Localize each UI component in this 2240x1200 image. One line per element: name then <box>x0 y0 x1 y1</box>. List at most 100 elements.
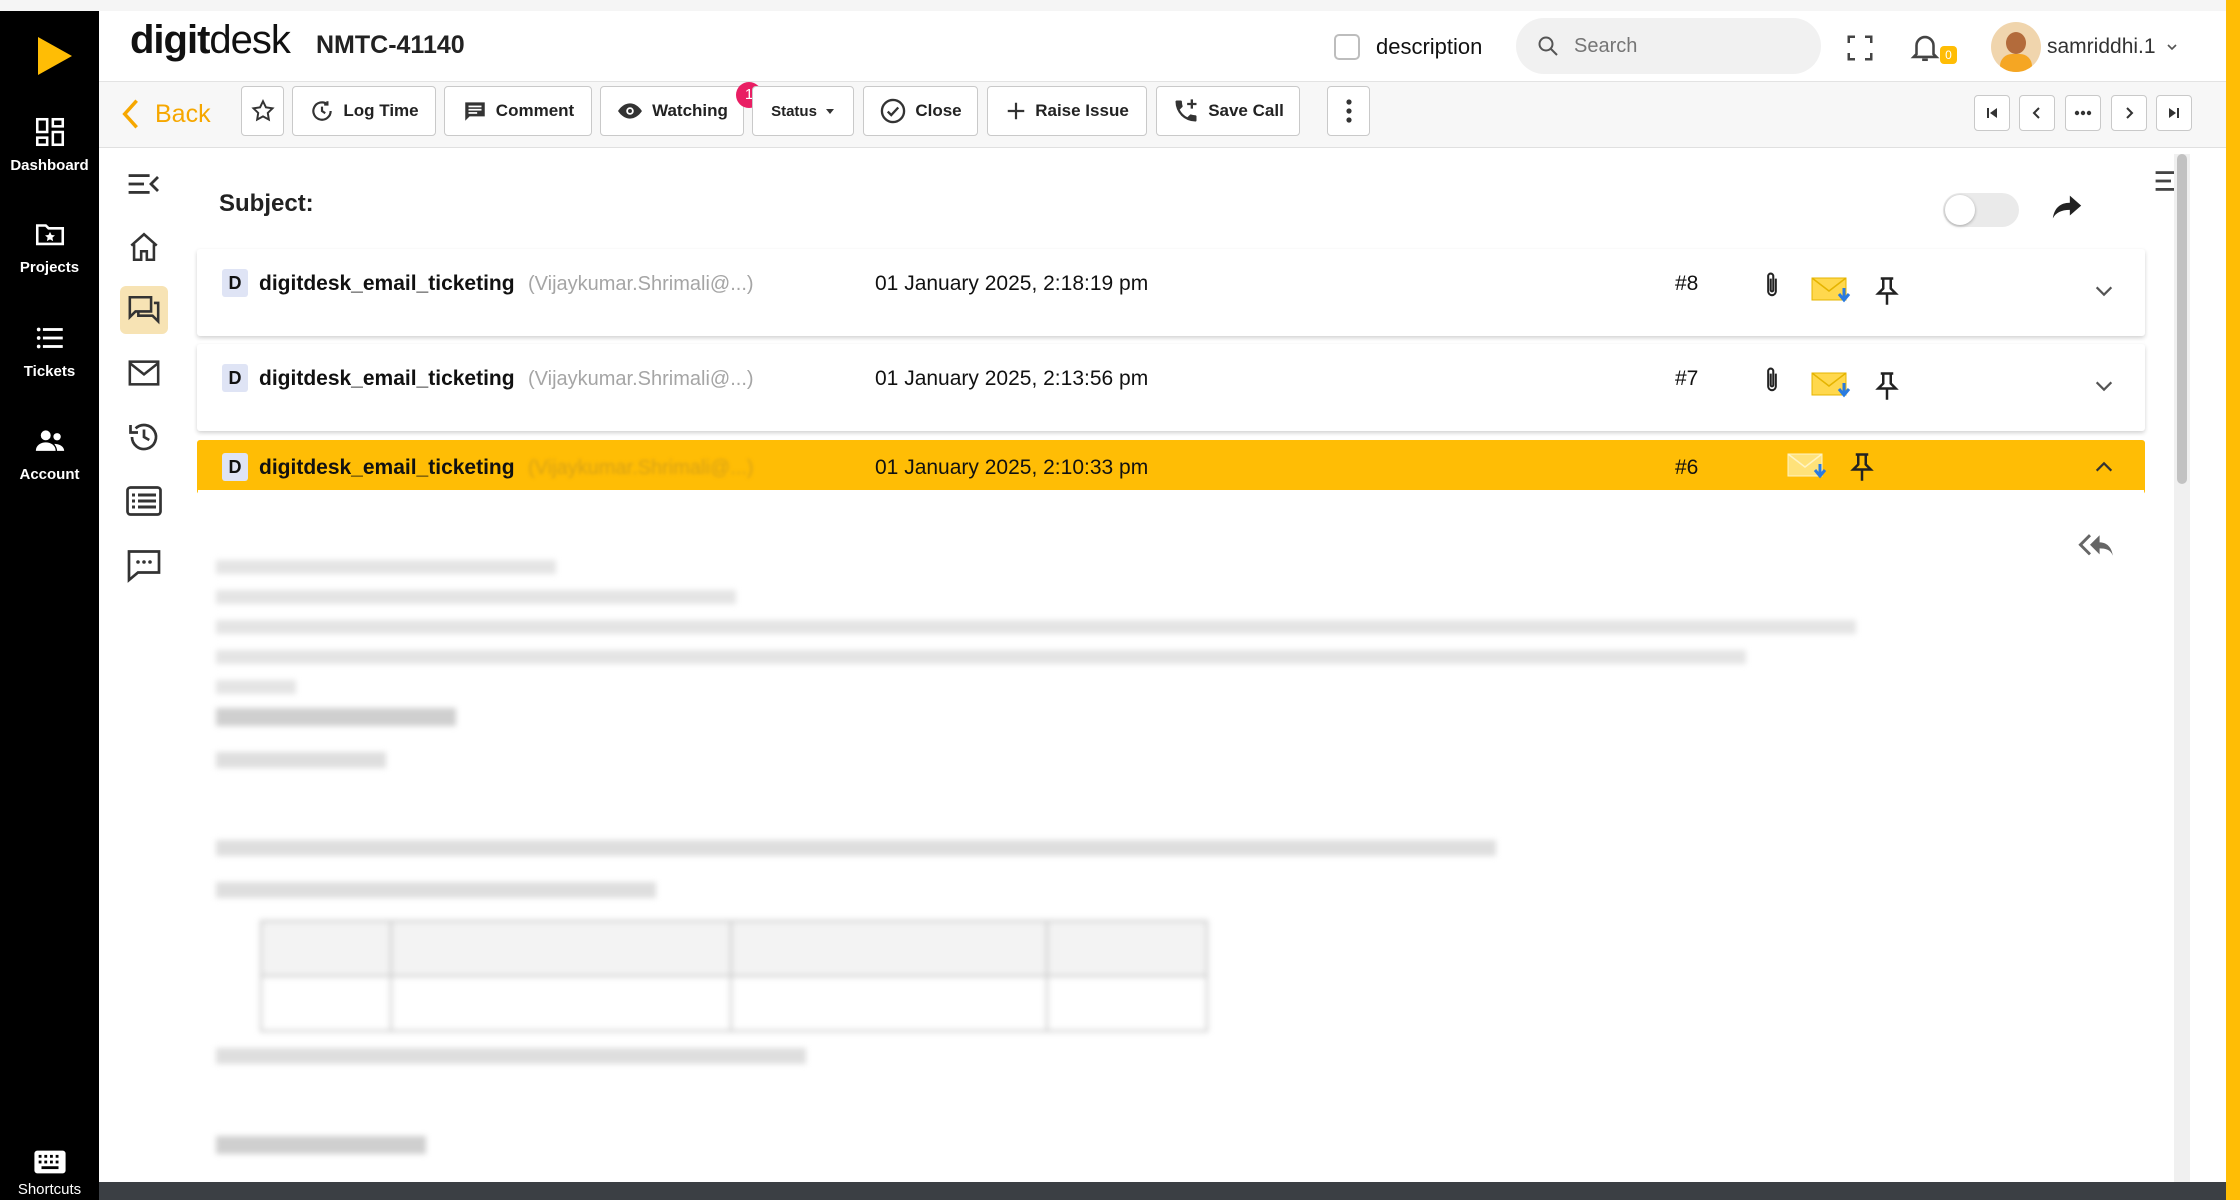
sender-badge: D <box>222 453 248 481</box>
side-conversation-button[interactable] <box>120 286 168 334</box>
close-button[interactable]: Close <box>863 86 978 136</box>
conversation-icon <box>128 295 160 325</box>
dashboard-icon <box>35 117 64 147</box>
save-call-button[interactable]: Save Call <box>1156 86 1300 136</box>
nav-label-account: Account <box>19 466 80 483</box>
username: samriddhi.1 <box>2047 35 2156 58</box>
back-label: Back <box>155 99 211 128</box>
back-button[interactable]: Back <box>119 98 211 130</box>
email-download-icon[interactable] <box>1810 276 1854 306</box>
chevron-left-small-icon <box>2032 107 2040 119</box>
menu-collapse-icon <box>128 174 159 194</box>
header-bar: NMTC-41140 <box>99 11 2226 82</box>
pin-icon[interactable] <box>1874 371 1900 401</box>
pin-icon[interactable] <box>1849 452 1875 482</box>
last-page-button[interactable] <box>2156 95 2192 131</box>
next-page-button[interactable] <box>2111 95 2147 131</box>
sender-email: (Vijaykumar.Shrimali@...) <box>528 368 754 390</box>
app-logo-icon[interactable] <box>38 37 72 75</box>
nav-item-dashboard[interactable]: Dashboard <box>0 115 99 174</box>
user-menu[interactable]: samriddhi.1 <box>1991 22 2180 72</box>
scrollbar-thumb[interactable] <box>2177 154 2187 484</box>
pin-icon[interactable] <box>1874 276 1900 306</box>
chevron-left-icon <box>122 99 138 129</box>
comment-button[interactable]: Comment <box>444 86 592 136</box>
side-home-button[interactable] <box>120 223 168 271</box>
raise-issue-label: Raise Issue <box>1035 101 1129 120</box>
toolbar: Back Log Time Comment Watching 1 Status … <box>99 82 2226 148</box>
email-download-icon[interactable] <box>1786 452 1830 482</box>
caret-down-icon <box>825 109 834 114</box>
star-icon <box>250 99 275 122</box>
shortcuts-label: Shortcuts <box>17 1181 82 1198</box>
side-details-button[interactable] <box>120 477 168 525</box>
side-history-button[interactable] <box>120 413 168 461</box>
brand-logo[interactable]: digitdesk <box>130 20 291 60</box>
more-options-button[interactable] <box>1327 86 1370 136</box>
side-chat-button[interactable] <box>120 541 168 589</box>
prev-page-button[interactable] <box>2019 95 2055 131</box>
notification-badge: 0 <box>1940 46 1957 64</box>
description-toggle[interactable]: description <box>1334 33 1482 61</box>
raise-issue-button[interactable]: Raise Issue <box>987 86 1147 136</box>
email-download-icon[interactable] <box>1810 371 1854 401</box>
phone-add-icon <box>1175 99 1197 122</box>
sender-name: digitdesk_email_ticketing <box>259 456 515 479</box>
nav-item-account[interactable]: Account <box>0 424 99 483</box>
left-nav: Dashboard Projects Tickets Account Short… <box>0 11 99 1200</box>
forward-icon[interactable] <box>2050 192 2084 222</box>
save-call-label: Save Call <box>1208 101 1284 120</box>
watching-button[interactable]: Watching <box>600 86 744 136</box>
search-box[interactable] <box>1516 18 1821 74</box>
email-row[interactable]: D digitdesk_email_ticketing (Vijaykumar.… <box>197 344 2145 431</box>
search-input[interactable] <box>1574 34 1794 58</box>
fullscreen-icon[interactable] <box>1845 33 1875 63</box>
email-row[interactable]: D digitdesk_email_ticketing (Vijaykumar.… <box>197 249 2145 336</box>
home-icon <box>130 232 158 262</box>
log-time-button[interactable]: Log Time <box>292 86 436 136</box>
first-page-button[interactable] <box>1974 95 2010 131</box>
history-icon <box>129 423 158 451</box>
paperclip-icon[interactable] <box>1763 366 1781 394</box>
nav-label-tickets: Tickets <box>23 363 76 380</box>
scrollbar[interactable] <box>2174 154 2190 1184</box>
shortcuts-button[interactable]: Shortcuts <box>0 1149 99 1198</box>
first-page-icon <box>1987 108 1997 118</box>
status-dropdown[interactable]: Status <box>752 86 854 136</box>
folder-star-icon <box>35 224 64 246</box>
toggle-switch[interactable] <box>1943 193 2019 227</box>
mail-icon <box>128 360 160 386</box>
bottom-status-bar <box>99 1182 2226 1200</box>
chevron-up-icon[interactable] <box>2093 459 2115 475</box>
email-date: 01 January 2025, 2:10:33 pm <box>875 456 1149 479</box>
description-label: description <box>1376 34 1483 59</box>
watching-label: Watching <box>652 101 728 120</box>
email-number: #6 <box>1675 456 1699 479</box>
collapse-menu-button[interactable] <box>120 160 168 208</box>
right-accent-bar <box>2226 0 2240 1200</box>
reply-all-icon[interactable] <box>2078 532 2114 560</box>
comment-label: Comment <box>495 101 575 120</box>
subject-label: Subject: <box>219 190 314 217</box>
sender-name: digitdesk_email_ticketing <box>259 367 515 390</box>
bell-icon[interactable] <box>1908 30 1942 64</box>
chevron-down-icon[interactable] <box>2093 283 2115 299</box>
ellipsis-icon <box>2074 110 2092 116</box>
email-row-expanded[interactable]: D digitdesk_email_ticketing (Vijaykumar.… <box>197 440 2145 494</box>
nav-item-projects[interactable]: Projects <box>0 217 99 276</box>
description-checkbox[interactable] <box>1334 34 1360 60</box>
more-pages-button[interactable] <box>2065 95 2101 131</box>
chevron-down-icon[interactable] <box>2093 378 2115 394</box>
details-list-icon <box>126 486 162 516</box>
clock-icon <box>312 101 333 121</box>
investigator-table <box>260 920 1208 1032</box>
sender-email: (Vijaykumar.Shrimali@...) <box>528 457 754 479</box>
paperclip-icon[interactable] <box>1763 271 1781 299</box>
avatar <box>1991 22 2041 72</box>
side-email-button[interactable] <box>120 349 168 397</box>
star-button[interactable] <box>241 86 284 136</box>
chevron-down-icon <box>2166 44 2177 51</box>
nav-label-dashboard: Dashboard <box>10 157 89 174</box>
nav-item-tickets[interactable]: Tickets <box>0 321 99 380</box>
eye-icon <box>618 103 642 119</box>
